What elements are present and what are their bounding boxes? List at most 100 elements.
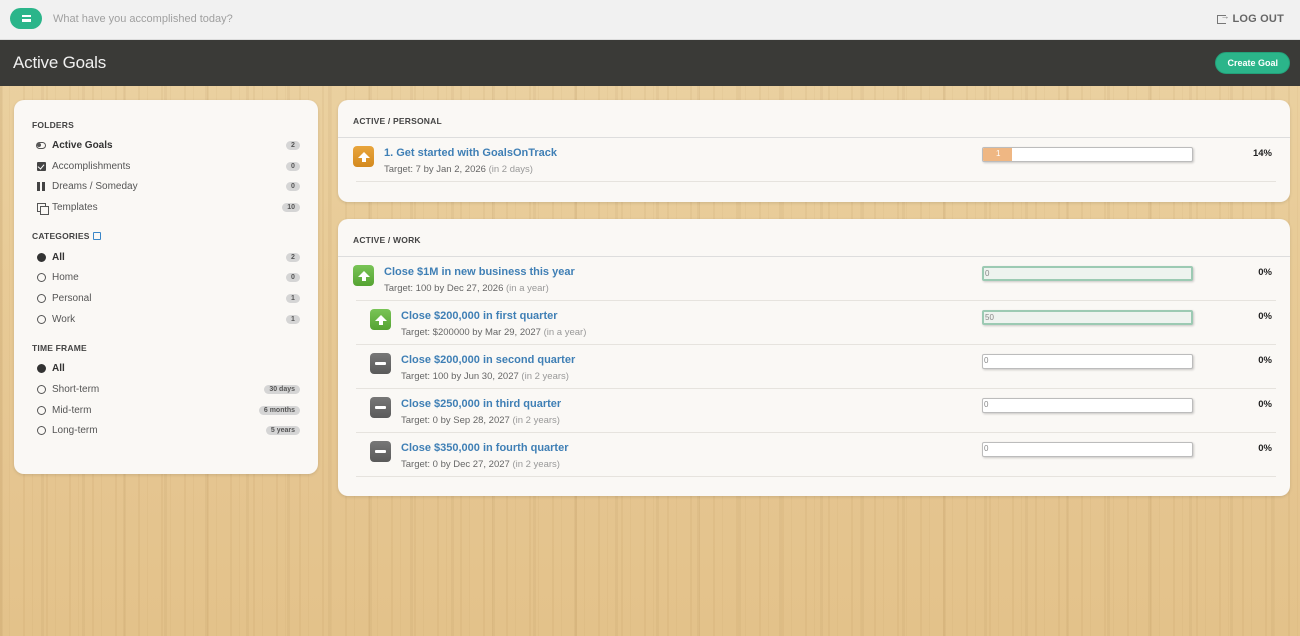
progress-value: 50 (985, 313, 994, 322)
goal-target: Target: 0 by Sep 28, 2027 (in 2 years) (401, 415, 560, 426)
folder-label: Dreams / Someday (52, 181, 138, 193)
timeframe-mid-term[interactable]: Mid-term 6 months (32, 400, 300, 421)
hamburger-icon (21, 15, 31, 22)
timeframe-title: TIME FRAME (32, 343, 87, 353)
category-label: Personal (52, 292, 92, 304)
progress-percent: 0% (1258, 355, 1272, 366)
goal-title[interactable]: 1. Get started with GoalsOnTrack (384, 147, 557, 159)
duration-badge: 5 years (265, 426, 300, 436)
sidebar: FOLDERS Active Goals 2 Accomplishments 0… (14, 100, 318, 474)
progress-bar[interactable]: 0 (982, 398, 1193, 413)
goal-relative-time: (in 2 years) (512, 459, 560, 470)
goal-row[interactable]: Close $200,000 in second quarter Target:… (356, 345, 1276, 389)
minus-icon (370, 397, 391, 418)
up-arrow-icon (353, 146, 374, 167)
logout-label: LOG OUT (1232, 13, 1284, 25)
progress-value: 0 (984, 400, 989, 409)
section-heading: ACTIVE / PERSONAL (338, 100, 1290, 138)
category-label: Work (52, 313, 76, 325)
goal-target: Target: 100 by Dec 27, 2026 (in a year) (384, 283, 549, 294)
category-label: Home (52, 272, 79, 284)
folder-dreams-someday[interactable]: Dreams / Someday 0 (32, 176, 300, 197)
page-title: Active Goals (13, 53, 107, 72)
radio-selected-icon (36, 364, 46, 374)
count-badge: 0 (286, 161, 300, 171)
duration-badge: 30 days (264, 385, 300, 395)
goal-title[interactable]: Close $200,000 in second quarter (401, 354, 575, 366)
create-goal-button[interactable]: Create Goal (1215, 52, 1290, 74)
personal-goals-card: ACTIVE / PERSONAL 1. Get started with Go… (338, 100, 1290, 202)
radio-icon (36, 314, 46, 324)
folder-accomplishments[interactable]: Accomplishments 0 (32, 156, 300, 177)
timeframe-label: Long-term (52, 425, 98, 437)
edit-categories-icon[interactable] (92, 232, 101, 241)
progress-bar[interactable]: 0 (982, 266, 1193, 281)
goal-row[interactable]: Close $200,000 in first quarter Target: … (356, 301, 1276, 345)
category-work[interactable]: Work 1 (32, 309, 300, 330)
work-goals-card: ACTIVE / WORK Close $1M in new business … (338, 219, 1290, 496)
checkbox-icon (36, 161, 46, 171)
goal-row[interactable]: Close $350,000 in fourth quarter Target:… (356, 433, 1276, 477)
duration-badge: 6 months (258, 405, 300, 415)
section-heading: ACTIVE / WORK (338, 219, 1290, 257)
count-badge: 0 (286, 182, 300, 192)
toggle-icon (36, 141, 46, 149)
goal-title[interactable]: Close $350,000 in fourth quarter (401, 442, 569, 454)
radio-icon (36, 405, 46, 415)
timeframe-label: Short-term (52, 384, 100, 396)
goal-title[interactable]: Close $1M in new business this year (384, 266, 575, 278)
progress-bar[interactable]: 1 (982, 147, 1193, 162)
progress-percent: 14% (1252, 148, 1272, 159)
goal-target-text: Target: 0 by Sep 28, 2027 (401, 415, 510, 426)
goal-target: Target: $200000 by Mar 29, 2027 (in a ye… (401, 327, 586, 338)
accomplishment-prompt[interactable]: What have you accomplished today? (53, 13, 233, 25)
goal-relative-time: (in 2 years) (521, 371, 569, 382)
timeframe-long-term[interactable]: Long-term 5 years (32, 421, 300, 442)
category-home[interactable]: Home 0 (32, 267, 300, 288)
goal-target-text: Target: 100 by Dec 27, 2026 (384, 283, 504, 294)
goal-target-text: Target: 0 by Dec 27, 2027 (401, 459, 510, 470)
goal-target-text: Target: 100 by Jun 30, 2027 (401, 371, 519, 382)
progress-bar[interactable]: 0 (982, 442, 1193, 457)
goal-title[interactable]: Close $250,000 in third quarter (401, 398, 561, 410)
logout-icon (1217, 11, 1230, 24)
folder-templates[interactable]: Templates 10 (32, 197, 300, 218)
count-badge: 2 (286, 252, 300, 262)
timeframe-all[interactable]: All (32, 359, 300, 380)
folders-title: FOLDERS (32, 119, 75, 130)
folder-label: Accomplishments (52, 160, 131, 172)
count-badge: 1 (286, 314, 300, 324)
up-arrow-icon (353, 265, 374, 286)
radio-selected-icon (36, 252, 46, 262)
progress-bar[interactable]: 0 (982, 354, 1193, 369)
progress-value: 0 (984, 444, 989, 453)
logout-button[interactable]: LOG OUT (1217, 11, 1284, 25)
goal-row[interactable]: Close $250,000 in third quarter Target: … (356, 389, 1276, 433)
progress-value: 1 (996, 149, 1001, 158)
minus-icon (370, 353, 391, 374)
category-all[interactable]: All 2 (32, 247, 300, 268)
folder-active-goals[interactable]: Active Goals 2 (32, 135, 300, 156)
count-badge: 0 (286, 273, 300, 283)
goal-target: Target: 7 by Jan 2, 2026 (in 2 days) (384, 164, 533, 175)
goal-relative-time: (in a year) (543, 327, 587, 338)
progress-value: 0 (985, 269, 990, 278)
menu-button[interactable] (10, 8, 42, 29)
timeframe-label: Mid-term (52, 404, 92, 416)
progress-percent: 0% (1258, 443, 1272, 454)
goal-row[interactable]: 1. Get started with GoalsOnTrack Target:… (353, 138, 1276, 182)
progress-bar[interactable]: 50 (982, 310, 1193, 325)
goal-relative-time: (in a year) (506, 283, 549, 294)
categories-title: CATEGORIES (32, 231, 90, 242)
category-personal[interactable]: Personal 1 (32, 288, 300, 309)
goal-title[interactable]: Close $200,000 in first quarter (401, 310, 558, 322)
timeframe-short-term[interactable]: Short-term 30 days (32, 379, 300, 400)
folder-label: Active Goals (52, 139, 113, 151)
up-arrow-icon (370, 309, 391, 330)
timeframe-list: All Short-term 30 days Mid-term 6 months… (32, 359, 300, 442)
minus-icon (370, 441, 391, 462)
goal-target: Target: 100 by Jun 30, 2027 (in 2 years) (401, 371, 569, 382)
goal-target-text: Target: 7 by Jan 2, 2026 (384, 164, 486, 175)
goal-row[interactable]: Close $1M in new business this year Targ… (353, 257, 1276, 301)
progress-percent: 0% (1258, 267, 1272, 278)
